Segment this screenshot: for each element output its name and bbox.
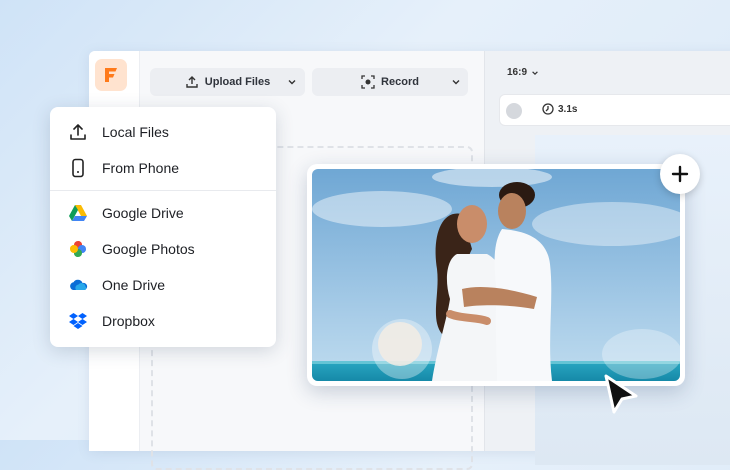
plus-icon [671, 165, 689, 183]
menu-item-label: Dropbox [102, 313, 155, 329]
menu-item-label: One Drive [102, 277, 166, 293]
mouse-cursor-icon [604, 374, 638, 414]
chevron-down-icon [532, 70, 538, 75]
duration-value: 3.1s [558, 103, 578, 115]
upload-files-label: Upload Files [204, 76, 271, 88]
upload-icon [186, 76, 198, 88]
onedrive-icon [70, 279, 88, 290]
chevron-down-icon [452, 80, 460, 85]
photo-illustration [312, 169, 680, 381]
menu-item-google-drive[interactable]: Google Drive [50, 196, 276, 230]
google-drive-icon [69, 205, 87, 221]
phone-icon [72, 158, 84, 178]
menu-item-local-files[interactable]: Local Files [50, 115, 276, 149]
add-button[interactable] [660, 154, 700, 194]
aspect-ratio-value: 16:9 [507, 67, 528, 78]
duration-display: 3.1s [542, 103, 577, 115]
aspect-ratio-select[interactable]: 16:9 [507, 67, 539, 78]
upload-icon [70, 124, 86, 140]
couple-beach-photo [312, 169, 680, 381]
app-logo[interactable] [95, 59, 127, 91]
logo-f-icon [105, 68, 117, 82]
menu-item-label: Local Files [102, 124, 169, 140]
uploaded-photo-card[interactable] [307, 164, 685, 386]
timeline-bar[interactable]: 3.1s [499, 94, 730, 126]
record-dropdown-button[interactable] [444, 68, 468, 96]
clock-icon [542, 103, 554, 115]
menu-item-google-photos[interactable]: Google Photos [50, 232, 276, 266]
record-icon [361, 75, 375, 89]
menu-item-label: Google Drive [102, 205, 184, 221]
dropbox-icon [69, 313, 87, 329]
menu-item-from-phone[interactable]: From Phone [50, 151, 276, 185]
timeline-thumb[interactable] [506, 103, 522, 119]
record-label: Record [381, 76, 419, 88]
menu-divider [50, 190, 276, 191]
menu-item-one-drive[interactable]: One Drive [50, 268, 276, 302]
menu-item-label: From Phone [102, 160, 180, 176]
upload-dropdown-button[interactable] [278, 68, 305, 96]
upload-source-menu: Local Files From Phone Google Drive Goog… [50, 107, 276, 347]
menu-item-label: Google Photos [102, 241, 195, 257]
menu-item-dropbox[interactable]: Dropbox [50, 304, 276, 338]
google-photos-icon [70, 241, 86, 257]
chevron-down-icon [288, 80, 295, 85]
